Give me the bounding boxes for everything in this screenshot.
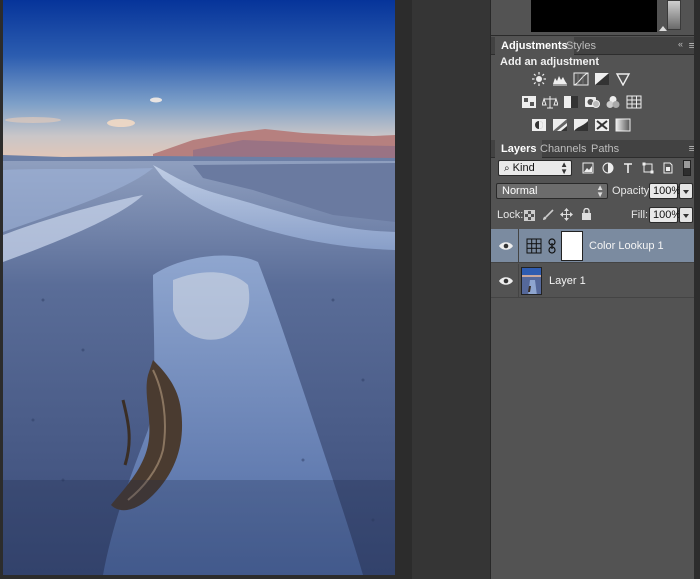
filter-type-layer-icon[interactable] (622, 162, 634, 174)
channel-mixer-icon[interactable] (605, 95, 621, 109)
hue-saturation-icon[interactable] (521, 95, 537, 109)
vibrance-icon[interactable] (615, 72, 631, 86)
opacity-dropdown-button[interactable] (679, 183, 693, 199)
fill-label: Fill: (631, 209, 649, 221)
panel-corner-arrow-icon[interactable] (659, 26, 667, 31)
layers-tab-strip: Layers Channels Paths ≡ (491, 140, 700, 158)
search-icon: ⌕ (504, 163, 510, 174)
navigator-panel (491, 0, 700, 36)
adjustments-tab-strip: Adjustments Styles « ≡ (491, 37, 700, 55)
posterize-icon[interactable] (552, 118, 568, 132)
filter-pixel-layer-icon[interactable] (582, 162, 594, 174)
opacity-label: Opacity: (612, 185, 653, 197)
levels-icon[interactable] (552, 72, 568, 86)
fill-dropdown-button[interactable] (679, 207, 693, 223)
column-divider (518, 264, 519, 298)
layer-thumbnail[interactable] (521, 267, 542, 295)
document-image[interactable] (3, 0, 395, 575)
color-ramp[interactable] (667, 0, 681, 30)
filter-toggle-switch[interactable] (683, 160, 691, 176)
updown-arrows-icon: ▲ ▼ (596, 183, 604, 199)
canvas-side-strip (412, 0, 490, 579)
blend-mode-select[interactable]: Normal ▲ ▼ (496, 183, 608, 199)
tab-styles[interactable]: Styles (560, 37, 602, 55)
color-lookup-icon[interactable] (626, 95, 642, 109)
layer-filter-row: ⌕ Kind ▲ ▼ (491, 160, 700, 182)
opacity-input[interactable]: 100% (649, 183, 681, 199)
lock-position-icon[interactable] (560, 208, 573, 221)
adjustments-heading: Add an adjustment (500, 56, 600, 68)
threshold-icon[interactable] (573, 118, 589, 132)
column-divider (518, 229, 519, 263)
color-lookup-icon[interactable] (526, 238, 542, 254)
exposure-icon[interactable] (594, 72, 610, 86)
filter-shape-layer-icon[interactable] (642, 162, 654, 174)
lock-label: Lock: (497, 209, 524, 221)
panel-dock: Adjustments Styles « ≡ Add an adjustment (490, 0, 700, 579)
fill-input[interactable]: 100% (649, 207, 681, 223)
filter-smart-object-icon[interactable] (662, 162, 674, 174)
link-chain-icon[interactable] (548, 238, 556, 254)
tab-channels[interactable]: Channels (534, 140, 592, 158)
adjustments-panel: Adjustments Styles « ≡ Add an adjustment (491, 37, 700, 140)
blend-mode-row: Normal ▲ ▼ Opacity: 100% (491, 183, 700, 205)
lock-all-icon[interactable] (581, 208, 592, 221)
lock-image-pixels-icon[interactable] (542, 209, 554, 221)
document-canvas-area[interactable] (0, 0, 490, 579)
photo-filter-icon[interactable] (584, 95, 600, 109)
tab-paths[interactable]: Paths (585, 140, 625, 158)
lock-transparent-pixels-icon[interactable] (524, 210, 535, 221)
invert-icon[interactable] (531, 118, 547, 132)
window-edge (694, 0, 700, 579)
curves-icon[interactable] (573, 72, 589, 86)
filter-kind-value: Kind (512, 162, 535, 174)
navigator-preview[interactable] (531, 0, 657, 32)
brightness-contrast-icon[interactable] (531, 72, 547, 86)
filter-kind-select[interactable]: ⌕ Kind ▲ ▼ (498, 160, 572, 176)
adjustment-icons-row-1 (531, 72, 631, 86)
layer-row-color-lookup[interactable]: Color Lookup 1 (491, 229, 700, 263)
layer-mask-thumbnail[interactable] (561, 231, 583, 261)
gradient-map-icon[interactable] (615, 118, 631, 132)
selective-color-icon[interactable] (594, 118, 610, 132)
adjustment-icons-row-3 (531, 118, 631, 132)
visibility-eye-icon[interactable] (498, 275, 514, 287)
updown-arrows-icon: ▲ ▼ (560, 160, 568, 176)
black-white-icon[interactable] (563, 95, 579, 109)
collapse-panel-icon[interactable]: « (678, 39, 683, 49)
layer-row-layer-1[interactable]: Layer 1 (491, 264, 700, 298)
lock-row: Lock: Fill: 100% (491, 207, 700, 229)
adjustment-icons-row-2 (521, 95, 642, 109)
blend-mode-value: Normal (502, 185, 538, 197)
layers-panel: Layers Channels Paths ≡ ⌕ Kind ▲ ▼ Normal… (491, 140, 700, 579)
color-balance-icon[interactable] (542, 95, 558, 109)
layer-name[interactable]: Color Lookup 1 (589, 239, 664, 253)
visibility-eye-icon[interactable] (498, 240, 514, 252)
filter-adjustment-layer-icon[interactable] (602, 162, 614, 174)
layer-name[interactable]: Layer 1 (549, 274, 586, 288)
